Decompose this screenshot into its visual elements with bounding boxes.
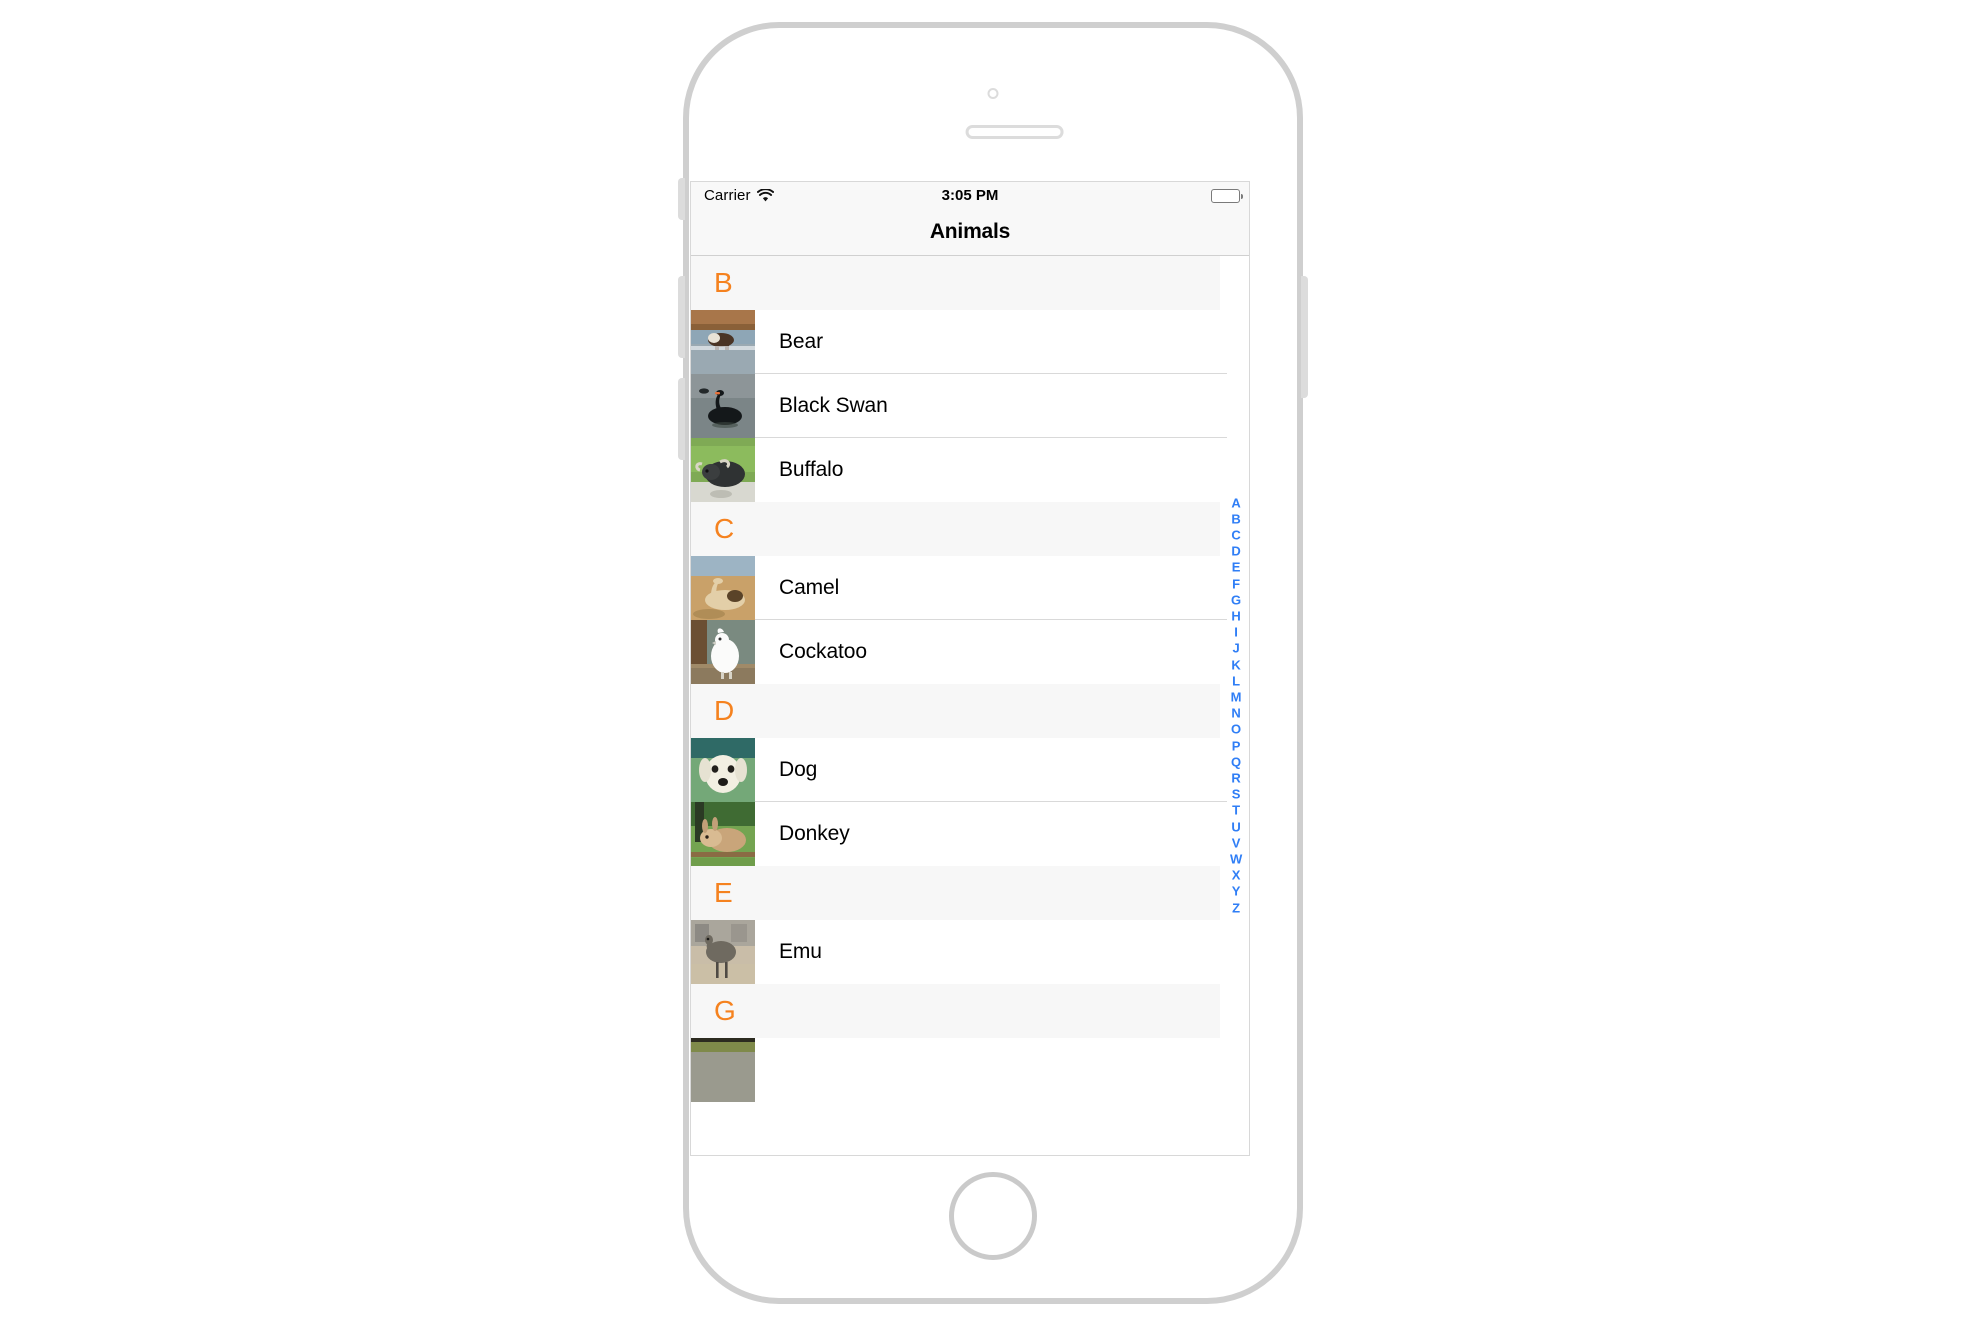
- row-label: Black Swan: [779, 394, 888, 417]
- index-letter-y[interactable]: Y: [1232, 884, 1241, 900]
- bear-thumbnail: [691, 310, 755, 374]
- index-letter-v[interactable]: V: [1232, 835, 1241, 851]
- animals-table-view[interactable]: B Bear Black Swan Buffalo C Camel Cockat…: [691, 256, 1249, 1155]
- wifi-icon: [756, 189, 774, 202]
- table-row[interactable]: Donkey: [691, 802, 1249, 866]
- volume-down-button[interactable]: [678, 378, 685, 460]
- table-row[interactable]: Dog: [691, 738, 1249, 802]
- section-header-c: C: [691, 502, 1220, 556]
- table-row[interactable]: Black Swan: [691, 374, 1249, 438]
- section-header-g: G: [691, 984, 1220, 1038]
- table-row[interactable]: Bear: [691, 310, 1249, 374]
- index-letter-g[interactable]: G: [1231, 592, 1241, 608]
- row-label: Bear: [779, 330, 823, 353]
- index-letter-t[interactable]: T: [1232, 803, 1240, 819]
- home-button[interactable]: [949, 1172, 1037, 1260]
- index-letter-q[interactable]: Q: [1231, 754, 1241, 770]
- index-letter-w[interactable]: W: [1230, 851, 1242, 867]
- index-letter-d[interactable]: D: [1231, 543, 1240, 559]
- section-index-bar[interactable]: ABCDEFGHIJKLMNOPQRSTUVWXYZ: [1227, 495, 1245, 916]
- index-letter-z[interactable]: Z: [1232, 900, 1240, 916]
- device-screen: Carrier 3:05 PM Animals B Bear Black Swa…: [690, 181, 1250, 1156]
- index-letter-e[interactable]: E: [1232, 560, 1241, 576]
- status-bar-clock: 3:05 PM: [941, 187, 999, 204]
- front-camera-icon: [987, 88, 999, 99]
- index-letter-k[interactable]: K: [1231, 657, 1240, 673]
- table-row[interactable]: Cockatoo: [691, 620, 1249, 684]
- battery-full-icon: [1211, 188, 1243, 203]
- row-label: Camel: [779, 576, 840, 599]
- row-label: Cockatoo: [779, 640, 867, 663]
- index-letter-i[interactable]: I: [1234, 624, 1238, 640]
- section-header-letter: D: [714, 695, 735, 726]
- generic-thumbnail: [691, 1038, 755, 1102]
- index-letter-c[interactable]: C: [1231, 527, 1240, 543]
- index-letter-n[interactable]: N: [1231, 706, 1240, 722]
- status-bar: Carrier 3:05 PM: [691, 182, 1249, 209]
- index-letter-f[interactable]: F: [1232, 576, 1240, 592]
- table-row[interactable]: Emu: [691, 920, 1249, 984]
- donkey-thumbnail: [691, 802, 755, 866]
- screenshot-root: Carrier 3:05 PM Animals B Bear Black Swa…: [0, 0, 1988, 1324]
- index-letter-o[interactable]: O: [1231, 722, 1241, 738]
- index-letter-a[interactable]: A: [1231, 495, 1240, 511]
- section-header-d: D: [691, 684, 1220, 738]
- camel-thumbnail: [691, 556, 755, 620]
- table-row[interactable]: Camel: [691, 556, 1249, 620]
- mute-switch-button[interactable]: [678, 178, 685, 220]
- table-body: B Bear Black Swan Buffalo C Camel Cockat…: [691, 256, 1249, 1102]
- index-letter-r[interactable]: R: [1231, 770, 1240, 786]
- earpiece-speaker-icon: [965, 125, 1064, 139]
- row-label: Dog: [779, 758, 818, 781]
- index-letter-h[interactable]: H: [1231, 608, 1240, 624]
- index-letter-l[interactable]: L: [1232, 673, 1240, 689]
- status-bar-right: [1211, 188, 1243, 203]
- index-letter-m[interactable]: M: [1231, 689, 1242, 705]
- section-header-b: B: [691, 256, 1220, 310]
- volume-up-button[interactable]: [678, 276, 685, 358]
- table-row[interactable]: Buffalo: [691, 438, 1249, 502]
- black-swan-thumbnail: [691, 374, 755, 438]
- power-button[interactable]: [1301, 276, 1308, 398]
- cockatoo-thumbnail: [691, 620, 755, 684]
- section-header-letter: B: [714, 267, 733, 298]
- emu-thumbnail: [691, 920, 755, 984]
- iphone-device-frame: Carrier 3:05 PM Animals B Bear Black Swa…: [678, 22, 1308, 1304]
- index-letter-x[interactable]: X: [1232, 868, 1241, 884]
- carrier-label: Carrier: [704, 187, 751, 204]
- section-header-letter: C: [714, 513, 735, 544]
- page-title: Animals: [929, 220, 1011, 243]
- index-letter-s[interactable]: S: [1232, 787, 1241, 803]
- index-letter-u[interactable]: U: [1231, 819, 1240, 835]
- dog-thumbnail: [691, 738, 755, 802]
- row-label: Emu: [779, 940, 822, 963]
- section-header-letter: E: [714, 877, 733, 908]
- status-bar-left: Carrier: [704, 187, 774, 204]
- row-label: Buffalo: [779, 458, 844, 481]
- index-letter-j[interactable]: J: [1232, 641, 1239, 657]
- index-letter-p[interactable]: P: [1232, 738, 1241, 754]
- section-header-e: E: [691, 866, 1220, 920]
- navigation-bar: Animals: [691, 209, 1249, 256]
- table-row[interactable]: [691, 1038, 1249, 1102]
- buffalo-thumbnail: [691, 438, 755, 502]
- section-header-letter: G: [714, 995, 736, 1026]
- index-letter-b[interactable]: B: [1231, 511, 1240, 527]
- row-label: Donkey: [779, 822, 850, 845]
